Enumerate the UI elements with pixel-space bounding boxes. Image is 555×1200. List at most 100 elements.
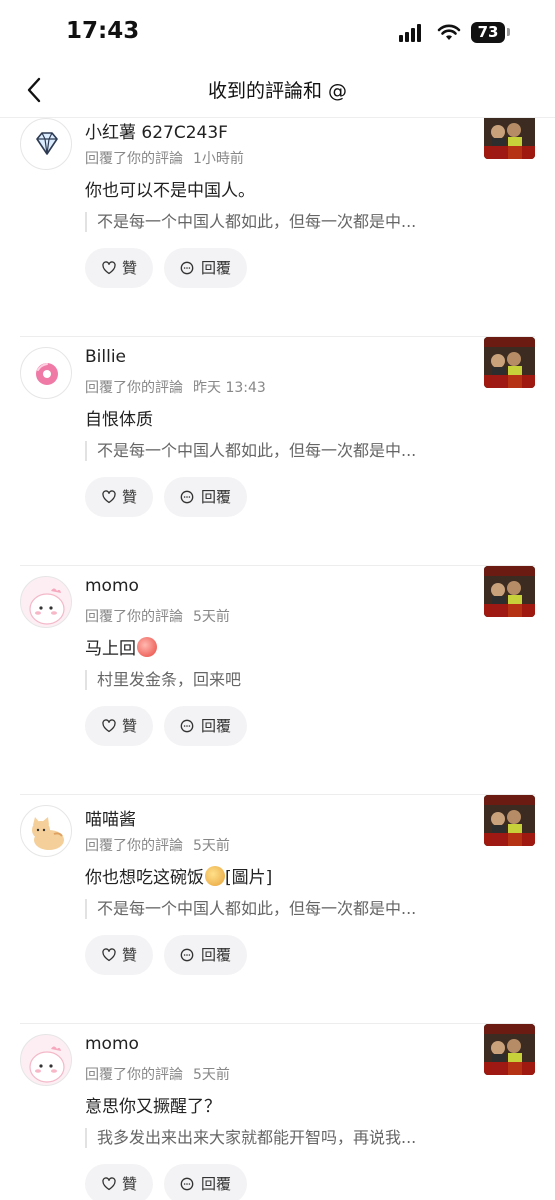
username[interactable]: 喵喵酱 (85, 805, 136, 830)
like-button[interactable]: 贊 (85, 248, 153, 288)
reply-button[interactable]: 回覆 (164, 477, 247, 517)
reply-text[interactable]: 你也想吃这碗饭 [圖片] (85, 863, 272, 888)
battery-level: 73 (471, 22, 505, 43)
comment-meta: 回覆了你的評論 5天前 (85, 1064, 230, 1084)
list-item[interactable]: momo 回覆了你的評論 5天前 马上回 村里发金条，回来吧 贊 回覆 (0, 566, 555, 795)
like-button[interactable]: 贊 (85, 1164, 153, 1200)
diamond-icon (36, 132, 58, 155)
action-text: 回覆了你的評論 (85, 151, 183, 167)
avatar[interactable] (20, 576, 72, 628)
username[interactable]: 小红薯 627C243F (85, 118, 228, 143)
post-thumbnail[interactable] (484, 566, 535, 617)
nav-divider (0, 117, 555, 118)
timestamp: 1小時前 (193, 151, 244, 167)
avatar[interactable] (20, 1034, 72, 1086)
quoted-comment[interactable]: 不是每一个中国人都如此，但每一次都是中... (85, 212, 416, 232)
post-thumbnail[interactable] (484, 337, 535, 388)
thumbnail-image (484, 1024, 535, 1075)
status-time: 17:43 (66, 18, 140, 44)
thumbnail-image (484, 795, 535, 846)
quoted-comment[interactable]: 村里发金条，回来吧 (85, 670, 241, 690)
reply-content: 意思你又撅醒了？ (85, 1097, 221, 1117)
action-text: 回覆了你的評論 (85, 838, 183, 854)
comment-meta: 回覆了你的評論 5天前 (85, 606, 230, 626)
username[interactable]: momo (85, 1034, 139, 1054)
reply-label: 回覆 (201, 717, 232, 735)
reply-text[interactable]: 意思你又撅醒了？ (85, 1092, 221, 1117)
like-button[interactable]: 贊 (85, 706, 153, 746)
comment-meta: 回覆了你的評論 5天前 (85, 835, 230, 855)
list-item[interactable]: 喵喵酱 回覆了你的評論 5天前 你也想吃这碗饭 [圖片] 不是每一个中国人都如此，但… (0, 795, 555, 1024)
crying-emoji-icon (137, 637, 157, 657)
reply-content: 自恨体质 (85, 410, 153, 430)
reply-content: 马上回 (85, 639, 136, 659)
quoted-comment[interactable]: 不是每一个中国人都如此，但每一次都是中... (85, 899, 416, 919)
reply-button[interactable]: 回覆 (164, 1164, 247, 1200)
quoted-comment[interactable]: 不是每一个中国人都如此，但每一次都是中... (85, 441, 416, 461)
like-label: 贊 (122, 259, 138, 277)
reply-text[interactable]: 马上回 (85, 634, 157, 659)
reply-label: 回覆 (201, 946, 232, 964)
avatar[interactable] (20, 347, 72, 399)
chat-bubble-icon (180, 719, 194, 733)
comment-meta: 回覆了你的評論 1小時前 (85, 148, 244, 168)
list-item[interactable]: 小红薯 627C243F 回覆了你的評論 1小時前 你也可以不是中国人。 不是每一… (0, 118, 555, 337)
thumbnail-image (484, 337, 535, 388)
timestamp: 5天前 (193, 838, 230, 854)
nav-bar: 收到的評論和 @ (0, 62, 555, 118)
pink-blob-avatar (29, 1046, 65, 1083)
reply-label: 回覆 (201, 488, 232, 506)
chat-bubble-icon (180, 948, 194, 962)
like-label: 贊 (122, 488, 138, 506)
post-thumbnail[interactable] (484, 795, 535, 846)
timestamp: 5天前 (193, 609, 230, 625)
comment-meta: 回覆了你的評論 昨天 13:43 (85, 377, 266, 397)
chat-bubble-icon (180, 490, 194, 504)
page-title: 收到的評論和 @ (207, 80, 348, 102)
reply-text[interactable]: 你也可以不是中国人。 (85, 176, 255, 201)
like-button[interactable]: 贊 (85, 477, 153, 517)
list-item[interactable]: Billie 回覆了你的評論 昨天 13:43 自恨体质 不是每一个中国人都如此，… (0, 337, 555, 566)
quoted-comment[interactable]: 我多发出来出来大家就都能开智吗，再说我... (85, 1128, 416, 1148)
heart-icon (102, 719, 116, 733)
battery-cap-icon (507, 28, 510, 36)
thumbnail-image (484, 566, 535, 617)
action-text: 回覆了你的評論 (85, 380, 183, 396)
pink-blob-avatar (29, 588, 65, 625)
reply-label: 回覆 (201, 1175, 232, 1193)
timestamp: 5天前 (193, 1067, 230, 1083)
wifi-icon (437, 24, 461, 40)
post-thumbnail[interactable] (484, 118, 535, 159)
avatar[interactable] (20, 805, 72, 857)
heart-icon (102, 1177, 116, 1191)
cat-avatar (32, 817, 64, 850)
heart-icon (102, 490, 116, 504)
username[interactable]: momo (85, 576, 139, 596)
action-text: 回覆了你的評論 (85, 1067, 183, 1083)
reply-button[interactable]: 回覆 (164, 706, 247, 746)
donut-icon (36, 363, 58, 385)
username[interactable]: Billie (85, 347, 126, 367)
comment-list[interactable]: 小红薯 627C243F 回覆了你的評論 1小時前 你也可以不是中国人。 不是每一… (0, 118, 555, 1200)
chat-bubble-icon (180, 261, 194, 275)
list-item[interactable]: momo 回覆了你的評論 5天前 意思你又撅醒了？ 我多发出来出来大家就都能开智吗… (0, 1024, 555, 1200)
reply-button[interactable]: 回覆 (164, 935, 247, 975)
image-tag: [圖片] (225, 868, 273, 888)
reply-content: 你也想吃这碗饭 (85, 868, 204, 888)
thumbnail-image (484, 118, 535, 159)
reply-button[interactable]: 回覆 (164, 248, 247, 288)
status-bar: 17:43 73 (0, 0, 555, 62)
smile-emoji-icon (205, 866, 225, 886)
post-thumbnail[interactable] (484, 1024, 535, 1075)
heart-icon (102, 261, 116, 275)
heart-icon (102, 948, 116, 962)
like-label: 贊 (122, 717, 138, 735)
like-label: 贊 (122, 946, 138, 964)
reply-text[interactable]: 自恨体质 (85, 405, 153, 430)
reply-label: 回覆 (201, 259, 232, 277)
timestamp: 昨天 13:43 (193, 380, 266, 396)
like-label: 贊 (122, 1175, 138, 1193)
like-button[interactable]: 贊 (85, 935, 153, 975)
cellular-signal-icon (399, 24, 423, 42)
avatar[interactable] (20, 118, 72, 170)
